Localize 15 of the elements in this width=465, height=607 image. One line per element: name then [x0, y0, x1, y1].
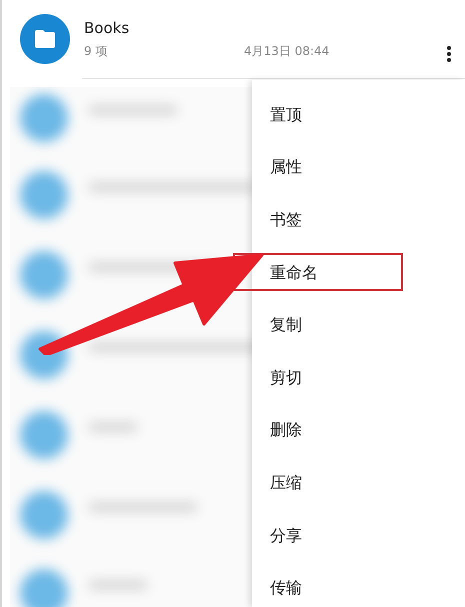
menu-item[interactable]: 传输	[252, 562, 465, 607]
menu-item[interactable]: 重命名	[252, 246, 465, 300]
menu-item[interactable]: 复制	[252, 299, 465, 352]
menu-item[interactable]: 分享	[252, 510, 465, 562]
menu-item[interactable]: 置顶	[252, 89, 465, 142]
menu-item[interactable]: 属性	[252, 142, 465, 194]
menu-item[interactable]: 压缩	[252, 457, 465, 510]
folder-icon	[34, 30, 56, 48]
item-count: 9 项	[84, 42, 108, 60]
menu-item[interactable]: 剪切	[252, 352, 465, 405]
folder-name: Books	[84, 18, 130, 36]
modified-date: 4月13日 08:44	[244, 42, 330, 60]
more-icon[interactable]	[447, 46, 451, 62]
menu-item[interactable]: 书签	[252, 194, 465, 247]
menu-item[interactable]: 删除	[252, 404, 465, 458]
